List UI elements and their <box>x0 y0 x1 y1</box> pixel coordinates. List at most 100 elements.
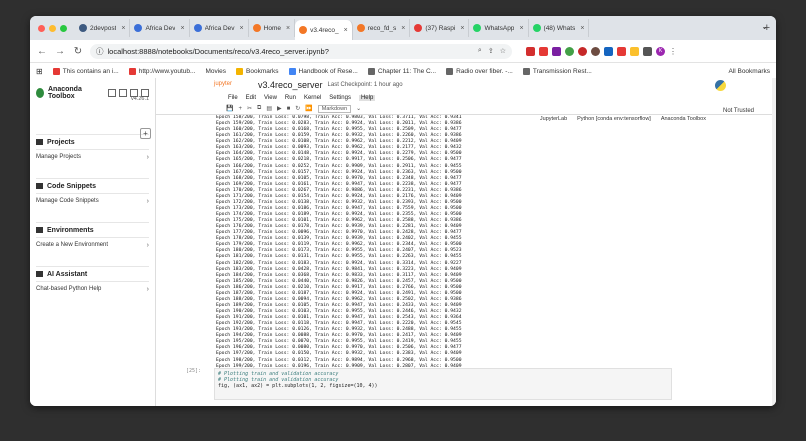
bookmark-item[interactable]: Movies <box>205 68 226 75</box>
tab-label: Home <box>263 24 281 32</box>
site-info-icon[interactable]: ⓘ <box>96 46 104 57</box>
extension-icon[interactable] <box>526 46 535 56</box>
add-cell-button[interactable]: + <box>238 106 242 112</box>
folder-icon[interactable] <box>108 89 116 97</box>
browser-tab[interactable]: Africa Dev × <box>190 19 249 37</box>
section-title: Projects <box>36 134 149 149</box>
menu-item[interactable]: Kernel <box>304 95 321 101</box>
section-item[interactable]: Manage Projects › <box>36 149 149 164</box>
stop-icon[interactable]: ■ <box>287 106 291 112</box>
menu-item[interactable]: File <box>228 95 238 101</box>
section-item-label: Create a New Environment <box>36 242 109 248</box>
bookmark-item[interactable]: Radio over fiber. -... <box>446 67 513 75</box>
bookmark-item[interactable]: Transmission Rest... <box>522 67 592 75</box>
tab-strip: 2devpost × Africa Dev × Africa Dev × Home × v3.4… <box>30 16 776 40</box>
close-tab-icon[interactable]: × <box>286 25 290 32</box>
bookmark-item[interactable]: Chapter 11: The C... <box>367 67 436 75</box>
close-tab-icon[interactable]: × <box>460 25 464 32</box>
more-menu-icon[interactable]: ⋮ <box>669 47 677 56</box>
close-window-button[interactable] <box>38 24 45 32</box>
restart-icon[interactable]: ↻ <box>295 105 300 112</box>
menu-item[interactable]: Run <box>285 95 296 101</box>
browser-tab[interactable]: v3.4reco_ × <box>295 20 353 40</box>
browser-tab[interactable]: Africa Dev × <box>130 19 190 37</box>
trust-status[interactable]: Not Trusted <box>723 108 754 114</box>
close-tab-icon[interactable]: × <box>580 25 584 32</box>
share-icon[interactable]: ⇪ <box>488 47 494 55</box>
paste-icon[interactable]: ▤ <box>266 105 272 112</box>
url-bar[interactable]: ⓘ localhost:8888/notebooks/Documents/rec… <box>90 43 512 59</box>
page-content: Anaconda Toolbox v4.26.1 + Projects Manag… <box>30 78 776 406</box>
tab-favicon-icon <box>134 24 143 32</box>
all-bookmarks-link[interactable]: All Bookmarks <box>728 68 770 75</box>
avatar[interactable]: K <box>656 46 665 56</box>
puzzle-icon[interactable] <box>643 46 652 56</box>
chevron-right-icon: › <box>146 153 149 161</box>
close-tab-icon[interactable]: × <box>180 25 184 32</box>
close-tab-icon[interactable]: × <box>401 25 405 32</box>
section-title: Environments <box>36 222 149 237</box>
tab-favicon-icon <box>532 24 541 32</box>
section-item-label: Manage Projects <box>36 154 82 160</box>
run-icon[interactable]: ▶ <box>277 105 282 112</box>
menu-bar: File Edit View Run Kernel Settings Help <box>156 92 776 103</box>
back-button[interactable]: ← <box>36 46 48 57</box>
extension-icon[interactable] <box>552 46 561 56</box>
section-item[interactable]: Create a New Environment › <box>36 237 149 252</box>
notebook-name[interactable]: v3.4reco_server <box>258 80 323 90</box>
bookmark-icon <box>52 67 60 75</box>
code-cell[interactable]: [25]: # Plotting train and validation ac… <box>186 368 696 400</box>
browser-tab[interactable]: 2devpost × <box>75 19 131 37</box>
scrollbar[interactable] <box>772 78 776 406</box>
bookmark-label: This contains an i... <box>62 67 119 75</box>
apps-grid-icon[interactable]: ⊞ <box>36 67 43 76</box>
menu-item[interactable]: Help <box>358 94 376 101</box>
copy-icon[interactable]: ⧉ <box>257 105 261 112</box>
bookmark-item[interactable]: Bookmarks <box>236 67 279 75</box>
code-editor[interactable]: # Plotting train and validation accuracy… <box>214 368 672 400</box>
browser-tab[interactable]: (37) Raspi × <box>410 19 470 37</box>
bookmark-item[interactable]: Handbook of Rese... <box>288 67 358 75</box>
zoom-icon[interactable]: ⌕ <box>478 47 482 55</box>
reload-button[interactable]: ↻ <box>72 46 84 57</box>
star-icon[interactable]: ☆ <box>500 47 506 55</box>
extension-icon[interactable] <box>539 46 548 56</box>
browser-tab[interactable]: WhatsApp × <box>469 19 529 37</box>
minimize-window-button[interactable] <box>49 24 56 32</box>
add-button[interactable]: + <box>140 128 151 139</box>
section-item[interactable]: Chat-based Python Help › <box>36 281 149 296</box>
cut-icon[interactable]: ✂ <box>247 105 252 112</box>
save-icon[interactable]: 💾 <box>226 105 233 112</box>
close-tab-icon[interactable]: × <box>121 25 125 32</box>
cloud-icon[interactable] <box>119 89 127 97</box>
fast-forward-icon[interactable]: ⏩ <box>305 105 312 112</box>
close-tab-icon[interactable]: × <box>344 27 348 34</box>
forward-button[interactable]: → <box>54 46 66 57</box>
extension-icon[interactable] <box>630 46 639 56</box>
cell-type-select[interactable]: Markdown <box>317 104 352 113</box>
bookmark-label: Transmission Rest... <box>532 67 592 75</box>
close-tab-icon[interactable]: × <box>240 25 244 32</box>
chevron-down-icon[interactable]: ⌄ <box>761 22 768 31</box>
extension-icon[interactable] <box>604 46 613 56</box>
menu-item[interactable]: View <box>264 95 277 101</box>
maximize-window-button[interactable] <box>60 24 67 32</box>
menu-item[interactable]: Edit <box>246 95 256 101</box>
tab-label: Africa Dev <box>204 24 235 32</box>
chevron-down-icon[interactable]: ⌄ <box>356 105 361 112</box>
extension-icon[interactable] <box>578 46 587 56</box>
browser-tab[interactable]: (48) Whats × <box>529 19 590 37</box>
extension-icon[interactable] <box>591 46 600 56</box>
menu-item[interactable]: Settings <box>329 95 351 101</box>
browser-tab[interactable]: reco_fd_s × <box>353 19 411 37</box>
extension-icon[interactable] <box>565 46 574 56</box>
bookmark-item[interactable]: http://www.youtub... <box>128 67 195 75</box>
toolbox-section: Environments Create a New Environment › <box>30 222 155 252</box>
close-tab-icon[interactable]: × <box>519 25 523 32</box>
bookmark-icon <box>446 67 454 75</box>
toolbox-version: v4.26.1 <box>131 96 150 102</box>
bookmark-item[interactable]: This contains an i... <box>52 67 119 75</box>
browser-tab[interactable]: Home × <box>249 19 296 37</box>
extension-icon[interactable] <box>617 46 626 56</box>
section-item[interactable]: Manage Code Snippets › <box>36 193 149 208</box>
